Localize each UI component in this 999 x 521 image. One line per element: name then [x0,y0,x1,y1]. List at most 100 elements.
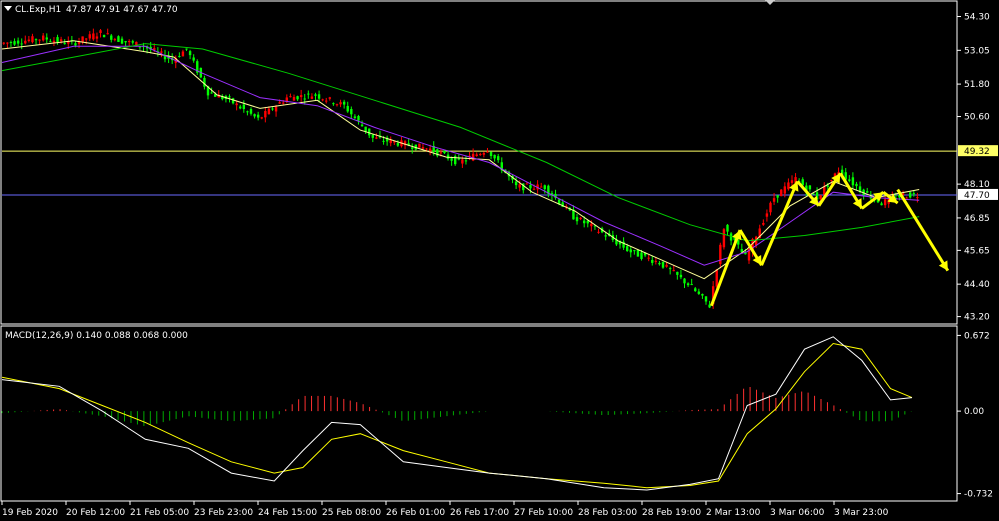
candle-body [830,179,833,181]
bid-price-tag-label: 47.70 [964,191,990,201]
candle-body [56,37,59,43]
candle-body [246,111,249,113]
time-tick-label: 23 Feb 23:00 [194,508,253,518]
macd-tick-label: 0.00 [964,407,984,417]
symbol-label: CL.Exp,H1 [15,5,61,15]
candle-body [2,42,5,44]
candle-body [81,36,84,43]
candle-body [24,40,27,44]
candle-body [697,291,701,294]
candle-body [772,198,776,202]
trading-chart[interactable]: 54.30 53.05 51.80 50.60 48.10 46.85 45.65 44.40… [0,0,999,521]
candle-body [425,148,428,150]
candle-body [178,55,181,57]
candle-body [640,252,643,259]
candle-body [905,197,908,199]
candle-body [271,108,274,110]
candle-body [489,151,493,157]
candle-body [375,137,378,139]
candle-body [690,284,693,286]
candle-body [783,186,787,194]
candle-body [328,97,332,99]
candle-body [912,193,915,195]
candle-body [160,51,163,53]
candle-body [479,154,482,156]
candle-body [74,43,77,46]
candle-body [450,158,453,161]
candle-body [188,51,192,56]
candle-body [776,195,779,198]
candle-body [127,41,131,43]
price-tick-label: 54.30 [964,13,990,23]
price-tick-label: 44.40 [964,280,990,290]
candle-body [823,186,826,195]
candle-body [360,124,364,127]
time-tick-label: 19 Feb 2020 [2,508,58,518]
candle-body [264,110,267,118]
candle-body [514,181,518,186]
candle-body [353,116,357,118]
candle-body [203,77,206,87]
candle-body [339,102,342,105]
chart-background [0,0,999,521]
candle-body [461,159,464,164]
candle-body [668,268,672,270]
price-tick-label: 45.65 [964,246,990,256]
candle-body [102,34,106,38]
time-tick-label: 28 Feb 19:00 [642,508,701,518]
candle-body [278,102,281,104]
candle-body [694,288,697,292]
time-tick-label: 27 Feb 10:00 [514,508,573,518]
candle-body [529,184,532,189]
candle-body [307,93,310,95]
candle-body [325,100,328,102]
candle-body [532,188,536,190]
candle-body [686,283,690,286]
candle-body [131,41,134,43]
candle-body [661,261,665,268]
candle-body [192,57,195,61]
macd-tick-label: 0.672 [964,331,990,341]
candle-body [421,147,425,149]
candle-body [310,96,314,99]
candle-body [332,103,335,105]
candle-body [296,96,299,100]
candle-body [185,48,188,50]
candle-body [826,185,830,187]
candle-body [6,42,9,44]
candle-body [654,260,658,262]
candle-body [851,177,855,186]
candle-body [299,95,303,98]
candle-body [368,128,371,136]
candle-body [124,40,127,43]
candle-body [518,184,521,188]
candle-body [848,179,851,181]
candle-body [769,202,772,213]
candle-body [382,140,385,142]
candle-body [120,38,124,44]
candle-body [722,229,726,248]
candle-body [726,224,729,232]
candle-body [704,296,708,302]
candle-body [16,40,20,44]
price-tick-label: 50.60 [964,113,990,123]
candle-body [787,182,790,190]
candle-body [428,148,432,152]
candle-body [679,274,683,278]
candle-body [486,151,489,153]
candle-body [396,143,400,146]
candle-body [42,35,45,41]
candle-body [210,92,213,94]
candle-body [701,293,704,296]
candle-body [335,104,339,106]
candle-body [364,126,367,132]
candle-body [49,41,52,43]
time-tick-label: 26 Feb 17:00 [450,508,509,518]
candle-body [371,134,375,138]
candle-body [819,195,822,200]
candle-body [683,278,686,284]
time-tick-label: 26 Feb 01:00 [386,508,445,518]
candle-body [9,42,13,44]
candle-body [647,257,650,259]
candle-body [59,39,63,42]
